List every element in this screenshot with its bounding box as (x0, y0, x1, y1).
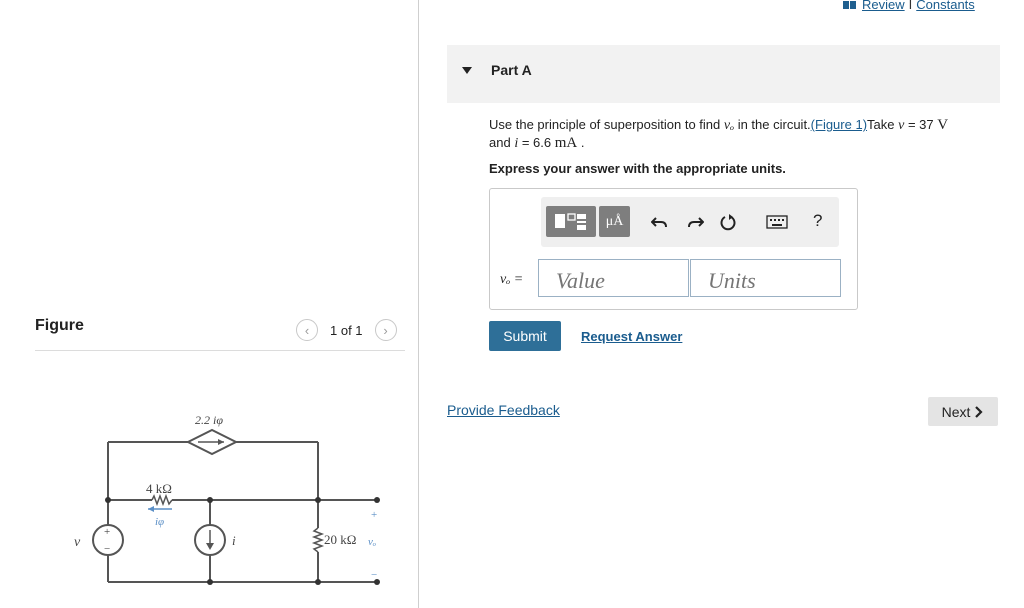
question-part: and (489, 135, 515, 150)
resistor-20k-label: 20 kΩ (324, 532, 356, 547)
next-button[interactable]: Next (928, 397, 998, 426)
question-part: Use the principle of superposition to fi… (489, 117, 724, 132)
question-part: = 6.6 (518, 135, 555, 150)
question-text: Use the principle of superposition to fi… (489, 116, 989, 152)
source-minus: − (104, 543, 110, 555)
var-vo: vₒ (723, 118, 735, 133)
circuit-diagram: 2.2 iφ 4 kΩ iφ + − v i 20 kΩ + vₒ − (74, 413, 380, 585)
answer-box: μÅ ? vₒ = (489, 188, 858, 310)
source-plus: + (104, 526, 110, 538)
templates-icon[interactable] (546, 206, 596, 237)
resistor-4k-label: 4 kΩ (146, 481, 172, 496)
question-part: in the circuit. (734, 117, 811, 132)
unit-v: V (937, 117, 949, 133)
constants-link[interactable]: Constants (916, 0, 975, 12)
unit-i: mA (554, 135, 578, 151)
figure-divider (35, 350, 405, 351)
math-toolbar: μÅ ? (541, 197, 839, 247)
top-nav: Review I Constants (843, 0, 975, 12)
next-label: Next (941, 403, 971, 420)
chevron-right-icon[interactable]: › (374, 319, 397, 341)
nav-separator: I (908, 0, 913, 12)
question-part: . (577, 135, 585, 150)
submit-button[interactable]: Submit (489, 321, 561, 351)
resistor-4k-symbol (151, 493, 173, 507)
vo-plus: + (371, 509, 377, 521)
dependent-source-label: 2.2 iφ (195, 413, 223, 427)
resistor-20k-symbol (311, 527, 325, 553)
answer-instruction: Express your answer with the appropriate… (489, 161, 786, 176)
units-input[interactable] (690, 259, 841, 297)
help-button[interactable]: ? (813, 211, 822, 231)
current-source-label: i (232, 533, 236, 548)
question-part: Take (867, 117, 899, 132)
figure-title: Figure (35, 317, 84, 334)
chevron-left-icon[interactable]: ‹ (296, 319, 318, 341)
figure-pager: ‹ 1 of 1 › (296, 319, 397, 341)
part-header[interactable]: Part A (447, 45, 1000, 103)
part-title: Part A (491, 62, 532, 78)
units-symbol-button[interactable]: μÅ (599, 206, 630, 237)
answer-label-text: vₒ = (500, 272, 524, 287)
provide-feedback-link[interactable]: Provide Feedback (447, 402, 560, 418)
review-link[interactable]: Review (862, 0, 905, 12)
redo-icon[interactable] (684, 211, 706, 233)
value-input[interactable] (538, 259, 689, 297)
request-answer-link[interactable]: Request Answer (581, 329, 682, 344)
pager-text: 1 of 1 (330, 322, 363, 338)
figure-1-link[interactable]: (Figure 1) (811, 117, 867, 132)
book-icon (843, 0, 856, 9)
collapse-triangle-icon[interactable] (462, 67, 472, 74)
current-label: iφ (155, 516, 164, 528)
reset-icon[interactable] (717, 211, 739, 233)
pane-divider[interactable] (418, 0, 419, 608)
chevron-right-icon (975, 405, 983, 418)
keyboard-icon[interactable] (766, 211, 788, 233)
vo-label: vₒ (368, 536, 376, 548)
voltage-source-label: v (74, 535, 81, 550)
question-part: = 37 (904, 117, 938, 132)
answer-label: vₒ = (500, 271, 523, 288)
undo-icon[interactable] (649, 211, 671, 233)
